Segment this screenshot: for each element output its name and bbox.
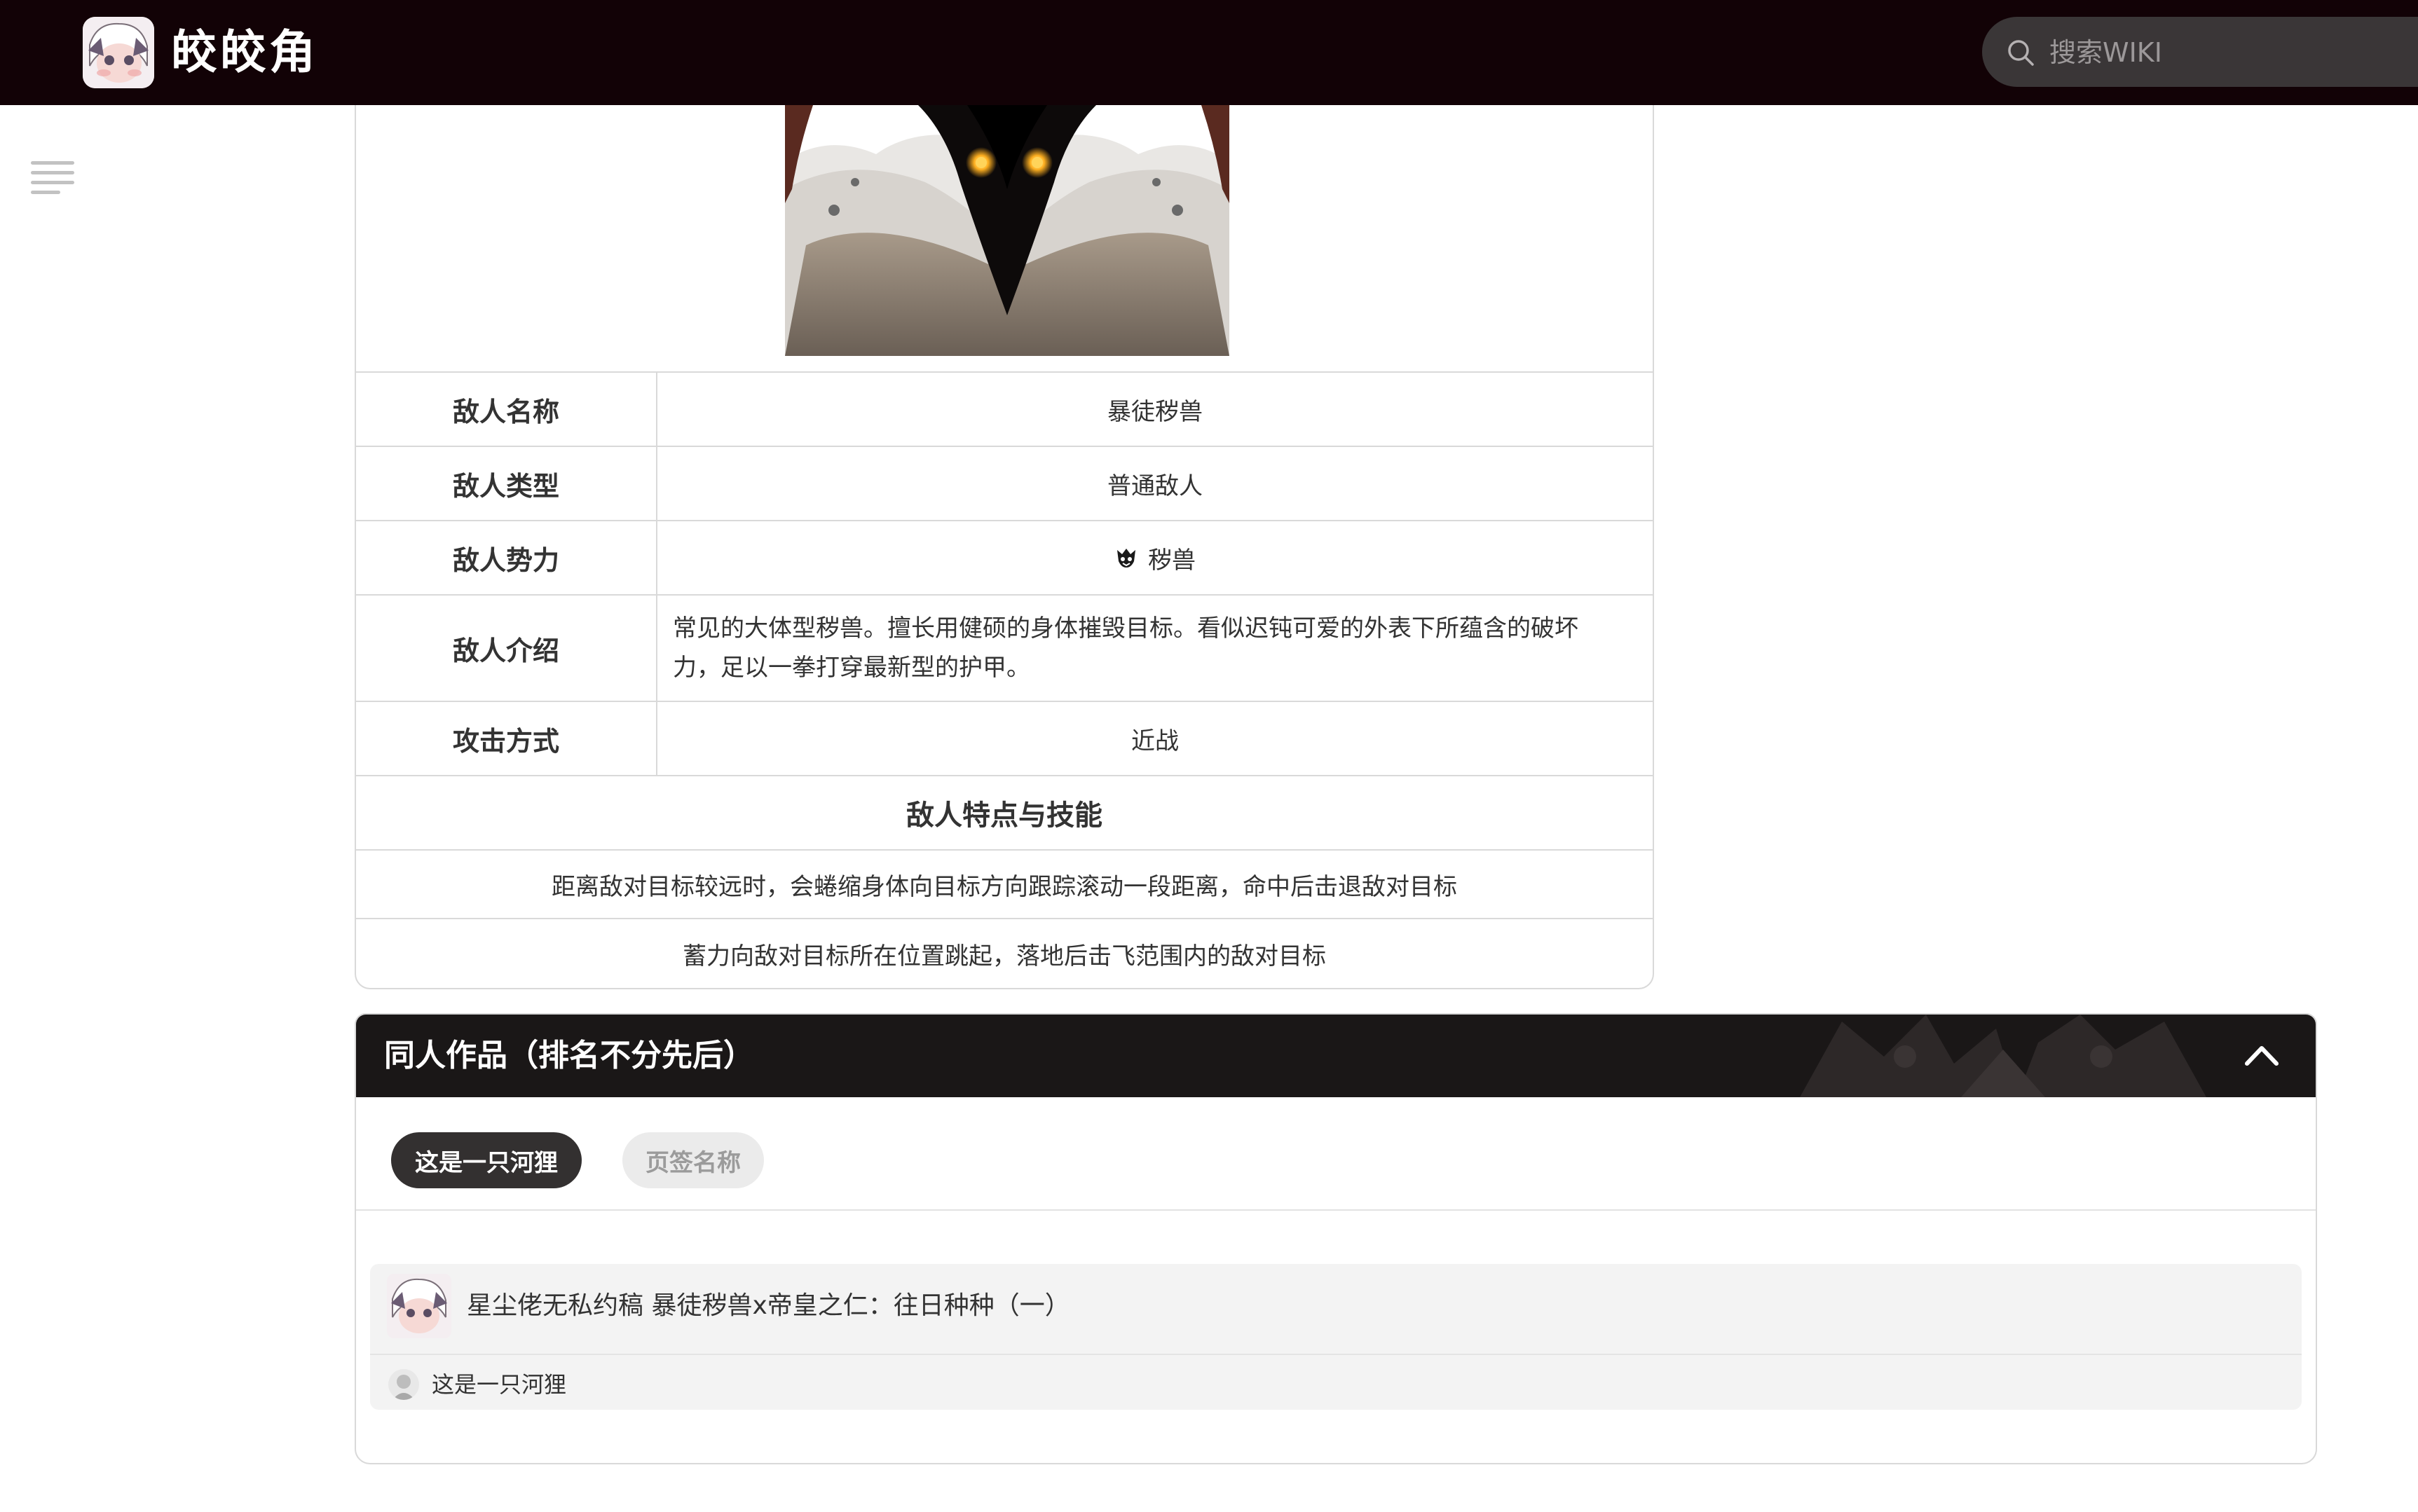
row-label: 敌人名称 (356, 373, 657, 446)
menu-icon[interactable] (29, 158, 76, 198)
search-input[interactable] (2048, 32, 2401, 73)
skills-heading-row: 敌人特点与技能 (356, 775, 1653, 849)
chevron-up-icon[interactable] (2241, 1036, 2282, 1076)
row-label: 敌人势力 (356, 521, 657, 594)
table-row: 敌人名称 暴徒秽兽 (356, 371, 1653, 446)
author-name[interactable]: 这是一只河狸 (432, 1366, 566, 1403)
beast-faction-icon (1117, 549, 1135, 568)
avatar (388, 1369, 419, 1400)
page: 皎皎角 搜索WIKI 敌人名称 暴徒秽兽 敌人类型 普通敌人 敌人势力 秽兽 敌… (0, 0, 2418, 1512)
row-label: 攻击方式 (356, 702, 657, 775)
skill-text: 距离敌对目标较远时，会蜷缩身体向目标方向跟踪滚动一段距离，命中后击退敌对目标 (552, 872, 1457, 901)
item-divider (370, 1354, 2302, 1355)
fan-works-section: 同人作品（排名不分先后） 这是一只河狸 页签名称 星尘佬无私约稿 暴徒秽兽x帝皇… (355, 1013, 2317, 1464)
table-row: 攻击方式 近战 (356, 701, 1653, 775)
search-box[interactable] (1982, 17, 2418, 87)
list-item[interactable]: 星尘佬无私约稿 暴徒秽兽x帝皇之仁：往日种种（一） 这是一只河狸 (370, 1264, 2302, 1410)
fan-works-header: 同人作品（排名不分先后） (356, 1015, 2316, 1097)
skill-text: 蓄力向敌对目标所在位置跳起，落地后击飞范围内的敌对目标 (683, 942, 1326, 970)
row-label: 敌人介绍 (356, 596, 657, 701)
work-title[interactable]: 星尘佬无私约稿 暴徒秽兽x帝皇之仁：往日种种（一） (467, 1275, 1070, 1337)
enemy-name-value: 暴徒秽兽 (1107, 397, 1203, 426)
enemy-description-value: 常见的大体型秽兽。擅长用健硕的身体摧毁目标。看似迟钝可爱的外表下所蕴含的破坏力，… (673, 614, 1578, 682)
beast-emblem-icon (1800, 1015, 2206, 1097)
top-bar: 皎皎角 (0, 0, 2418, 105)
skill-row: 蓄力向敌对目标所在位置跳起，落地后击飞范围内的敌对目标 (356, 918, 1653, 988)
enemy-portrait (785, 105, 1229, 356)
site-logo-icon[interactable] (83, 17, 154, 88)
tabs-divider (356, 1209, 2316, 1211)
attack-style-value: 近战 (1131, 727, 1179, 755)
search-icon (2008, 40, 2034, 66)
skills-heading: 敌人特点与技能 (906, 799, 1102, 832)
tab-fan-author[interactable]: 这是一只河狸 (391, 1132, 582, 1188)
skill-row: 距离敌对目标较远时，会蜷缩身体向目标方向跟踪滚动一段距离，命中后击退敌对目标 (356, 849, 1653, 918)
table-row: 敌人势力 秽兽 (356, 520, 1653, 594)
work-thumbnail (387, 1274, 451, 1338)
tab-placeholder[interactable]: 页签名称 (622, 1132, 764, 1188)
site-name[interactable]: 皎皎角 (171, 21, 318, 84)
table-row: 敌人介绍 常见的大体型秽兽。擅长用健硕的身体摧毁目标。看似迟钝可爱的外表下所蕴含… (356, 594, 1653, 701)
enemy-info-card: 敌人名称 暴徒秽兽 敌人类型 普通敌人 敌人势力 秽兽 敌人介绍 常见的大体型秽… (355, 105, 1654, 989)
section-title: 同人作品（排名不分先后） (384, 1038, 754, 1073)
row-label: 敌人类型 (356, 447, 657, 520)
faction-label: 秽兽 (1148, 546, 1196, 575)
enemy-type-value: 普通敌人 (1107, 472, 1203, 500)
enemy-faction-value: 秽兽 (657, 521, 1653, 594)
table-row: 敌人类型 普通敌人 (356, 446, 1653, 520)
